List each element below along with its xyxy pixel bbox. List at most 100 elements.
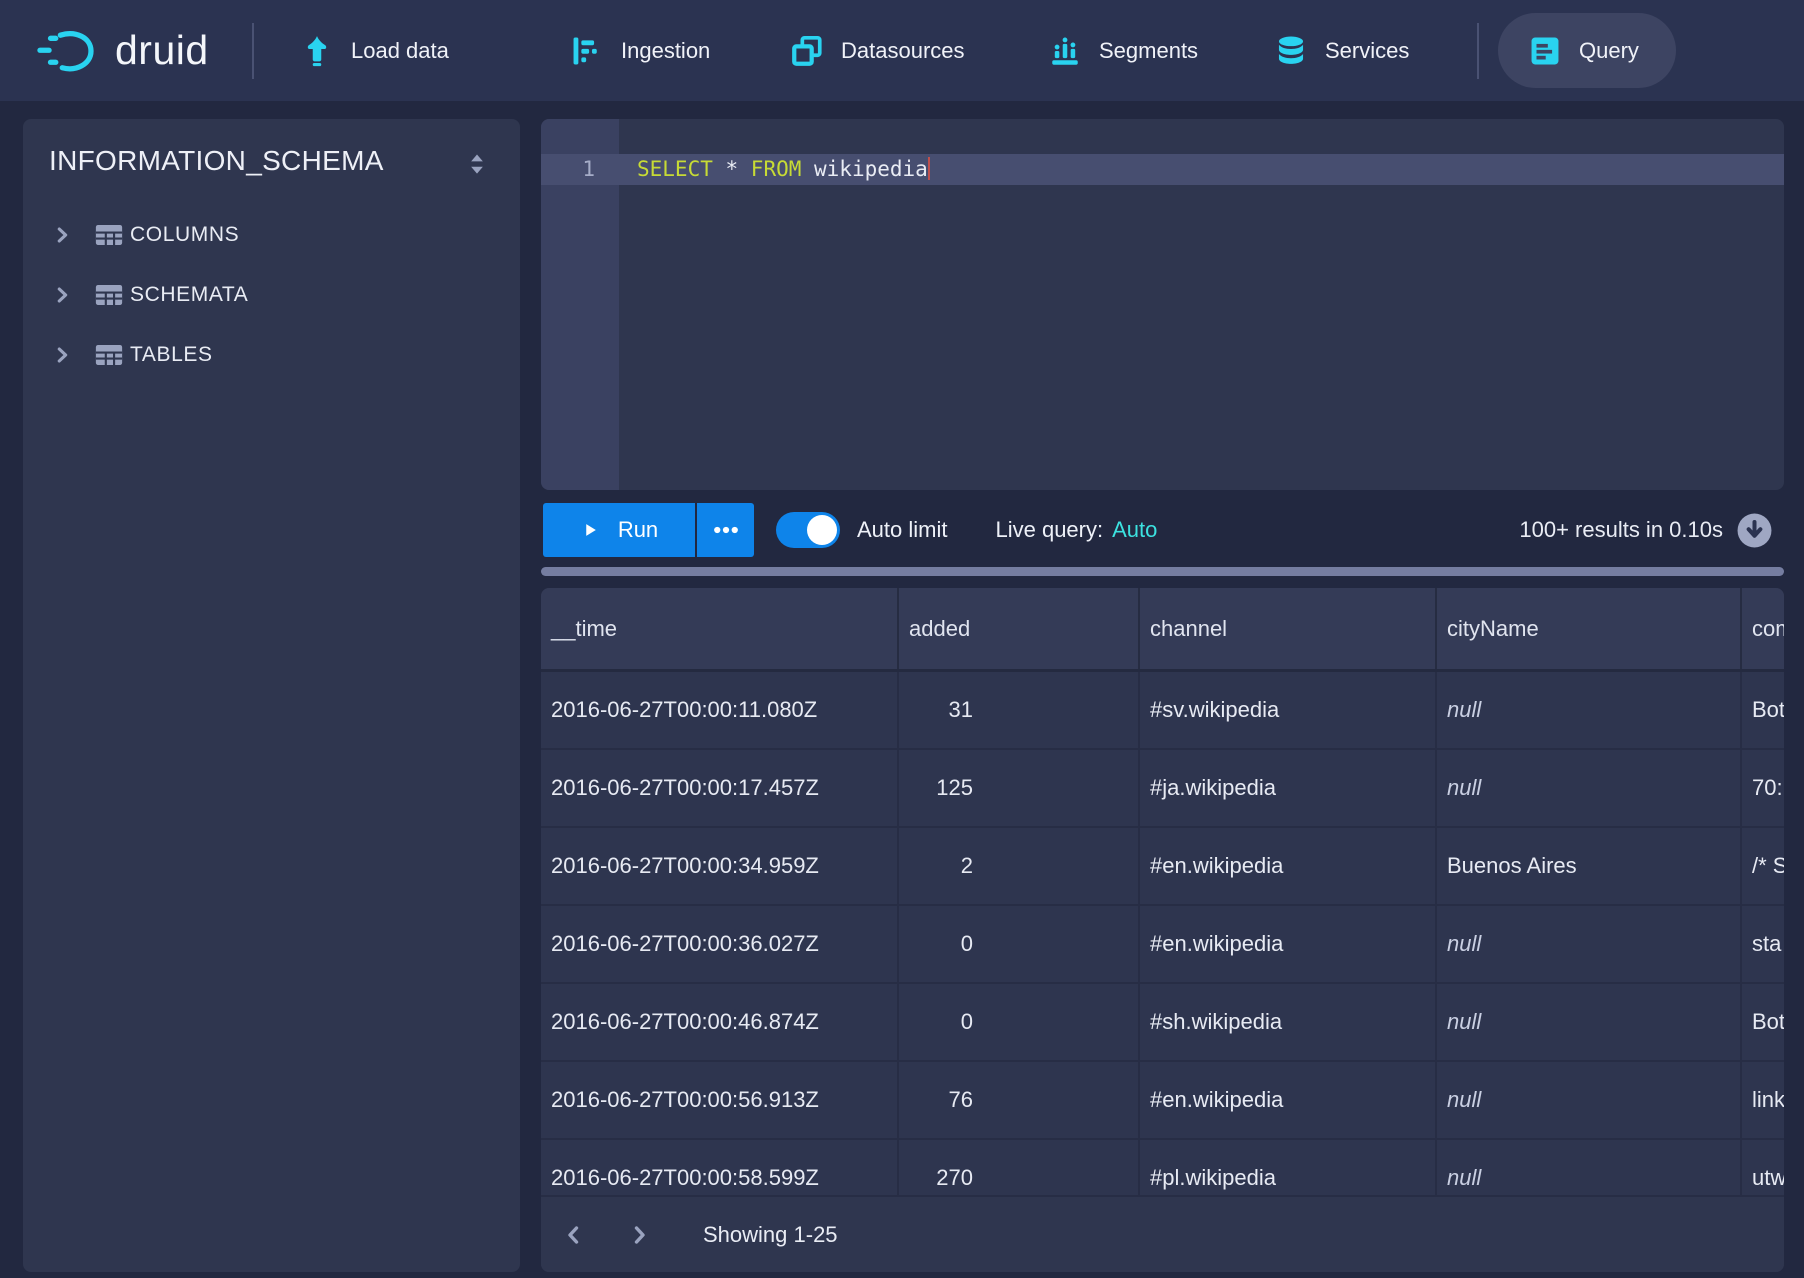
table-cell-cityName[interactable]: null bbox=[1437, 672, 1742, 748]
table-row[interactable]: 2016-06-27T00:00:36.027Z0#en.wikipedianu… bbox=[541, 906, 1784, 984]
nav-item-services[interactable]: Services bbox=[1274, 0, 1409, 101]
sidebar-item-schemata[interactable]: SCHEMATA bbox=[23, 265, 520, 325]
toggle-knob bbox=[807, 515, 837, 545]
table-cell-comment[interactable]: 70: bbox=[1742, 750, 1784, 826]
chevron-right-icon[interactable] bbox=[51, 224, 73, 246]
table-cell-added[interactable]: 76 bbox=[899, 1062, 1140, 1138]
table-cell-comment[interactable]: Bot bbox=[1742, 672, 1784, 748]
chevron-right-icon[interactable] bbox=[51, 344, 73, 366]
nav-item-label: Ingestion bbox=[621, 38, 710, 64]
play-icon bbox=[580, 520, 600, 540]
sidebar-item-columns[interactable]: COLUMNS bbox=[23, 205, 520, 265]
page-previous-button[interactable] bbox=[562, 1223, 586, 1247]
services-icon bbox=[1274, 34, 1308, 68]
nav-item-label: Segments bbox=[1099, 38, 1198, 64]
ingestion-icon bbox=[570, 34, 604, 68]
table-cell-cityName[interactable]: null bbox=[1437, 750, 1742, 826]
run-button[interactable]: Run bbox=[543, 503, 695, 557]
nav-item-segments[interactable]: Segments bbox=[1048, 0, 1198, 101]
table-cell-channel[interactable]: #sh.wikipedia bbox=[1140, 984, 1437, 1060]
table-cell-added[interactable]: 2 bbox=[899, 828, 1140, 904]
table-cell-cityName[interactable]: null bbox=[1437, 984, 1742, 1060]
sql-token: FROM bbox=[751, 157, 802, 181]
run-button-label: Run bbox=[618, 517, 658, 543]
table-cell-added[interactable]: 0 bbox=[899, 906, 1140, 982]
sql-token: * bbox=[713, 157, 751, 181]
live-query-value[interactable]: Auto bbox=[1112, 517, 1157, 543]
live-query-label: Live query: bbox=[995, 517, 1103, 543]
table-cell-channel[interactable]: #sv.wikipedia bbox=[1140, 672, 1437, 748]
schema-tree: COLUMNSSCHEMATATABLES bbox=[23, 205, 520, 385]
nav-divider bbox=[1477, 23, 1479, 79]
table-cell-time[interactable]: 2016-06-27T00:00:11.080Z bbox=[541, 672, 899, 748]
column-header-channel[interactable]: channel bbox=[1140, 588, 1437, 669]
nav-item-datasources[interactable]: Datasources bbox=[790, 0, 965, 101]
table-cell-time[interactable]: 2016-06-27T00:00:56.913Z bbox=[541, 1062, 899, 1138]
download-icon[interactable] bbox=[1736, 512, 1773, 549]
table-row[interactable]: 2016-06-27T00:00:56.913Z76#en.wikipedian… bbox=[541, 1062, 1784, 1140]
table-cell-cityName[interactable]: Buenos Aires bbox=[1437, 828, 1742, 904]
table-cell-time[interactable]: 2016-06-27T00:00:17.457Z bbox=[541, 750, 899, 826]
sql-token: wikipedia bbox=[801, 157, 927, 181]
table-row[interactable]: 2016-06-27T00:00:11.080Z31#sv.wikipedian… bbox=[541, 672, 1784, 750]
brand-name: druid bbox=[115, 27, 209, 74]
pagination-bar: Showing 1-25 bbox=[541, 1195, 1784, 1272]
table-cell-added[interactable]: 0 bbox=[899, 984, 1140, 1060]
nav-item-label: Load data bbox=[351, 38, 449, 64]
nav-item-label: Services bbox=[1325, 38, 1409, 64]
query-toolbar: Run Auto limit Live query: Auto 100+ res… bbox=[543, 503, 1784, 557]
column-header-comment[interactable]: comment bbox=[1742, 588, 1784, 669]
nav-item-query[interactable]: Query bbox=[1498, 13, 1676, 88]
top-nav: druid Load data Ingestion Datasources Segme… bbox=[0, 0, 1804, 101]
schema-sidebar: INFORMATION_SCHEMA COLUMNSSCHEMATATABLES bbox=[23, 119, 520, 1272]
table-cell-channel[interactable]: #en.wikipedia bbox=[1140, 828, 1437, 904]
table-cell-cityName[interactable]: null bbox=[1437, 1062, 1742, 1138]
table-cell-cityName[interactable]: null bbox=[1437, 906, 1742, 982]
text-cursor bbox=[928, 157, 930, 180]
table-cell-added[interactable]: 125 bbox=[899, 750, 1140, 826]
nav-divider bbox=[252, 23, 254, 79]
results-table-header: __timeaddedchannelcityNamecomment bbox=[541, 588, 1784, 672]
table-icon bbox=[94, 340, 124, 370]
nav-item-load-data[interactable]: Load data bbox=[300, 0, 449, 101]
table-cell-comment[interactable]: link bbox=[1742, 1062, 1784, 1138]
run-more-button[interactable] bbox=[697, 503, 754, 557]
column-header-added[interactable]: added bbox=[899, 588, 1140, 669]
load-data-icon bbox=[300, 34, 334, 68]
chevron-right-icon[interactable] bbox=[51, 284, 73, 306]
druid-logo[interactable]: druid bbox=[36, 0, 209, 101]
table-cell-time[interactable]: 2016-06-27T00:00:46.874Z bbox=[541, 984, 899, 1060]
table-row[interactable]: 2016-06-27T00:00:46.874Z0#sh.wikipedianu… bbox=[541, 984, 1784, 1062]
table-cell-channel[interactable]: #ja.wikipedia bbox=[1140, 750, 1437, 826]
sql-editor[interactable]: 1 SELECT * FROM wikipedia bbox=[541, 119, 1784, 490]
nav-item-ingestion[interactable]: Ingestion bbox=[570, 0, 710, 101]
column-header-cityName[interactable]: cityName bbox=[1437, 588, 1742, 669]
results-horizontal-scrollbar[interactable] bbox=[541, 567, 1784, 576]
table-cell-channel[interactable]: #en.wikipedia bbox=[1140, 1062, 1437, 1138]
nav-item-label: Datasources bbox=[841, 38, 965, 64]
sql-token: SELECT bbox=[637, 157, 713, 181]
table-cell-time[interactable]: 2016-06-27T00:00:34.959Z bbox=[541, 828, 899, 904]
column-header-time[interactable]: __time bbox=[541, 588, 899, 669]
results-summary: 100+ results in 0.10s bbox=[1519, 517, 1723, 543]
schema-selector[interactable]: INFORMATION_SCHEMA bbox=[49, 145, 384, 177]
table-cell-comment[interactable]: Bot bbox=[1742, 984, 1784, 1060]
sql-code-line[interactable]: SELECT * FROM wikipedia bbox=[637, 154, 930, 185]
table-row[interactable]: 2016-06-27T00:00:17.457Z125#ja.wikipedia… bbox=[541, 750, 1784, 828]
query-icon bbox=[1528, 34, 1562, 68]
sidebar-item-tables[interactable]: TABLES bbox=[23, 325, 520, 385]
table-cell-time[interactable]: 2016-06-27T00:00:36.027Z bbox=[541, 906, 899, 982]
table-cell-added[interactable]: 31 bbox=[899, 672, 1140, 748]
table-icon bbox=[94, 280, 124, 310]
table-cell-channel[interactable]: #en.wikipedia bbox=[1140, 906, 1437, 982]
datasources-icon bbox=[790, 34, 824, 68]
more-icon bbox=[711, 515, 741, 545]
page-next-button[interactable] bbox=[627, 1223, 651, 1247]
auto-limit-label: Auto limit bbox=[857, 517, 947, 543]
auto-limit-toggle[interactable] bbox=[776, 512, 840, 548]
table-cell-comment[interactable]: /* S bbox=[1742, 828, 1784, 904]
double-caret-vertical-icon[interactable] bbox=[464, 150, 490, 176]
results-table: __timeaddedchannelcityNamecomment 2016-0… bbox=[541, 588, 1784, 1272]
table-cell-comment[interactable]: sta bbox=[1742, 906, 1784, 982]
table-row[interactable]: 2016-06-27T00:00:34.959Z2#en.wikipediaBu… bbox=[541, 828, 1784, 906]
